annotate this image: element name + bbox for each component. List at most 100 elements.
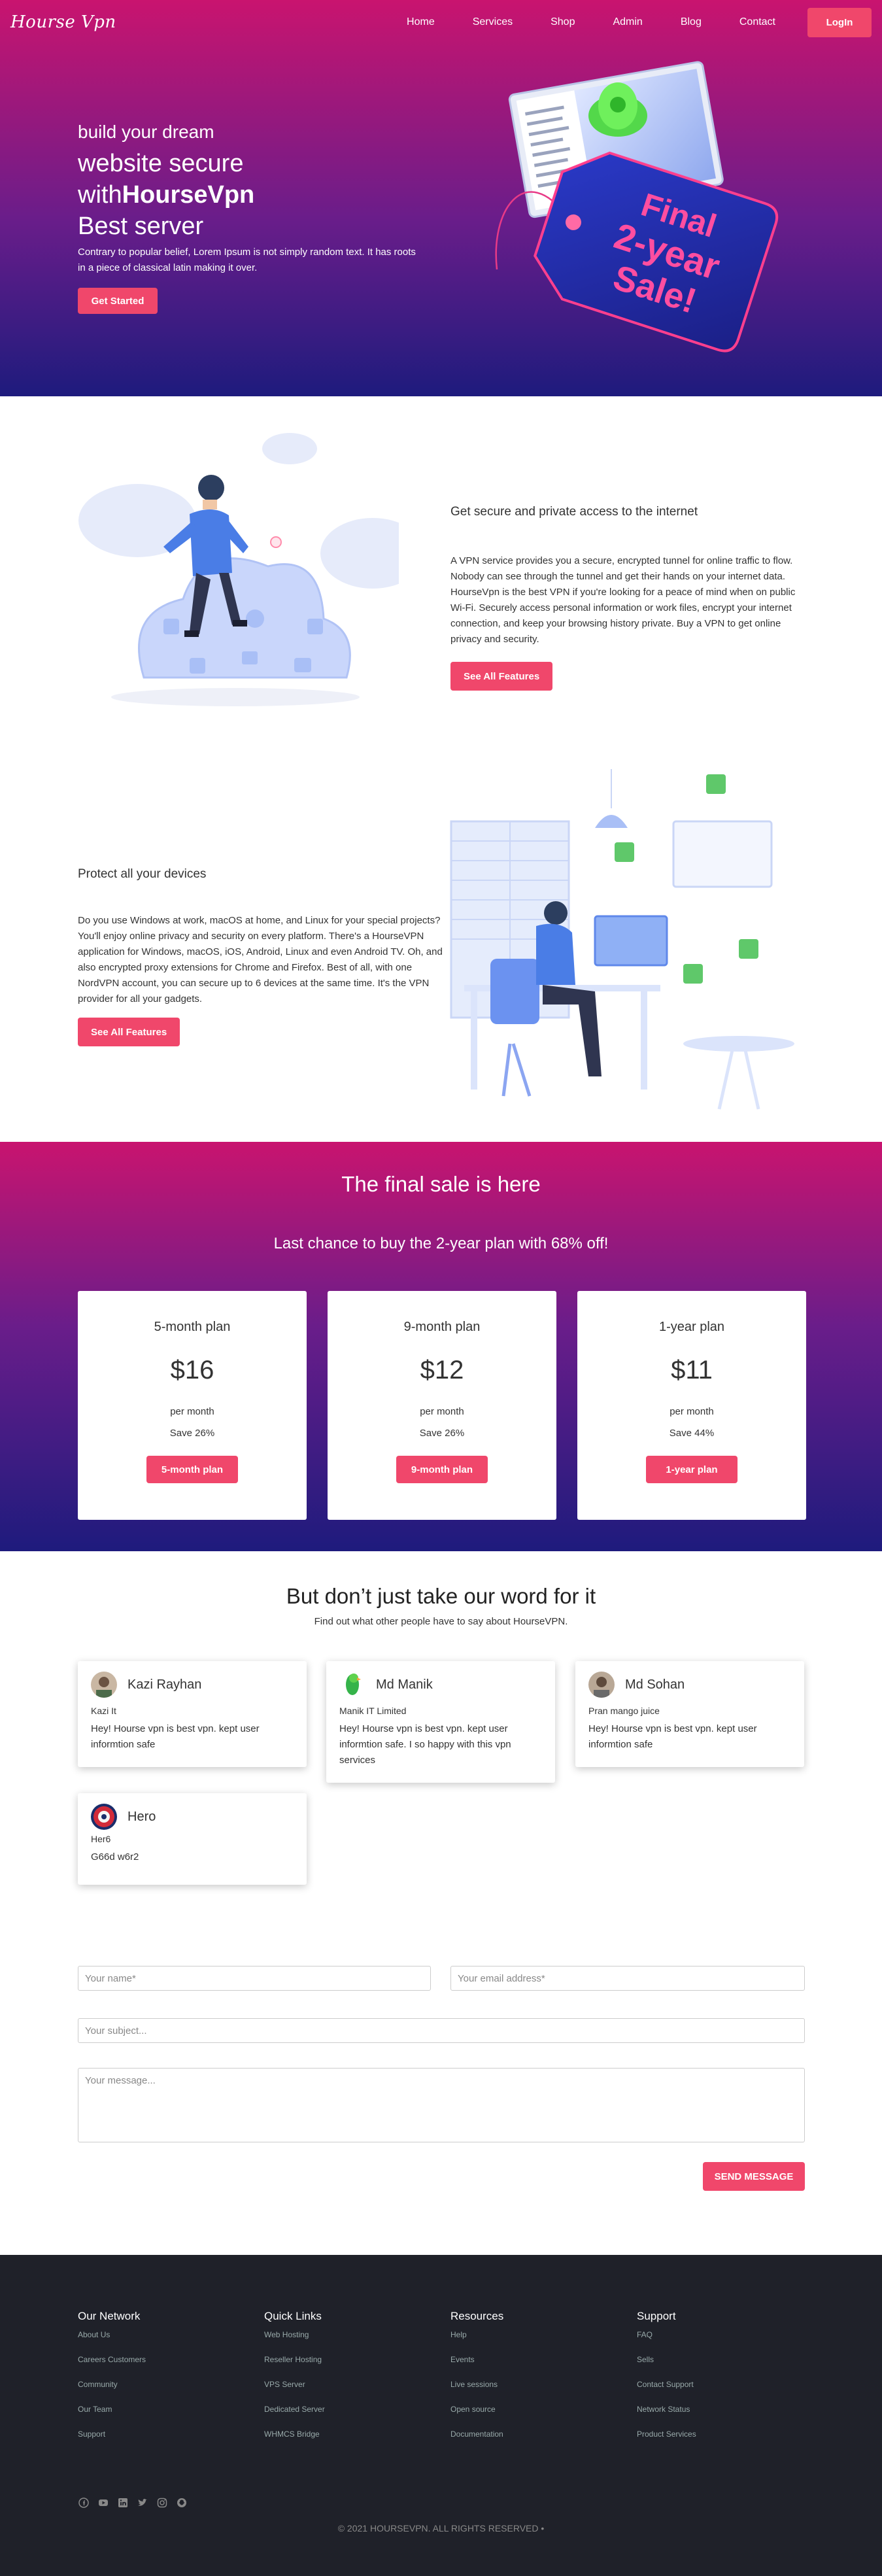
plan-name: 5-month plan xyxy=(154,1320,231,1334)
testimonial-company: Pran mango juice xyxy=(588,1706,660,1716)
youtube-icon[interactable] xyxy=(97,2497,109,2509)
testimonial-text: Hey! Hourse vpn is best vpn. kept user i… xyxy=(588,1723,757,1750)
hero-headline: website secure withHourseVpn xyxy=(78,148,431,211)
footer-column-support: Support FAQ Sells Contact Support Networ… xyxy=(637,2310,807,2439)
instagram-icon[interactable] xyxy=(156,2497,168,2509)
footer-link[interactable]: Open source xyxy=(450,2404,620,2414)
testimonial-card: Md Sohan Pran mango juice Hey! Hourse vp… xyxy=(575,1661,804,1767)
get-started-button[interactable]: Get Started xyxy=(78,288,158,314)
feature2-title: Protect all your devices xyxy=(78,867,207,881)
testimonial-text: G66d w6r2 xyxy=(91,1851,139,1863)
testimonial-company: Her6 xyxy=(91,1834,111,1844)
hero-headline-part1: website secure xyxy=(78,150,244,177)
plan-period: per month xyxy=(170,1406,214,1417)
footer-link[interactable]: Network Status xyxy=(637,2404,807,2414)
nav-link-services[interactable]: Services xyxy=(473,16,513,28)
footer-link[interactable]: Dedicated Server xyxy=(264,2404,434,2414)
testimonial-text: Hey! Hourse vpn is best vpn. kept user i… xyxy=(339,1723,511,1766)
buy-5-month-plan-button[interactable]: 5-month plan xyxy=(146,1456,238,1483)
avatar xyxy=(588,1672,615,1698)
footer-link[interactable]: Product Services xyxy=(637,2429,807,2439)
nav-link-shop[interactable]: Shop xyxy=(551,16,575,28)
email-field[interactable] xyxy=(450,1966,805,1991)
testimonial-company: Manik IT Limited xyxy=(339,1706,407,1716)
plan-name: 9-month plan xyxy=(403,1320,481,1334)
footer-link[interactable]: Live sessions xyxy=(450,2379,620,2390)
footer-link[interactable]: Help xyxy=(450,2329,620,2340)
footer-link[interactable]: Documentation xyxy=(450,2429,620,2439)
name-field[interactable] xyxy=(78,1966,431,1991)
testimonial-name: Md Manik xyxy=(376,1677,433,1692)
footer-link[interactable]: Community xyxy=(78,2379,248,2390)
login-button[interactable]: LogIn xyxy=(807,7,872,37)
footer-column-title: Quick Links xyxy=(264,2310,322,2322)
twitter-icon[interactable] xyxy=(137,2497,148,2509)
facebook-icon[interactable] xyxy=(78,2497,90,2509)
social-links xyxy=(78,2497,188,2509)
testimonial-text: Hey! Hourse vpn is best vpn. kept user i… xyxy=(91,1723,260,1750)
testimonial-name: Kazi Rayhan xyxy=(127,1677,202,1692)
brand-logo[interactable]: Hourse Vpn xyxy=(10,12,116,32)
top-navbar: Hourse Vpn Home Services Shop Admin Blog… xyxy=(0,0,882,44)
plan-price: $12 xyxy=(420,1356,464,1384)
nav-link-home[interactable]: Home xyxy=(407,16,435,28)
footer-link[interactable]: Events xyxy=(450,2354,620,2365)
hero-tagline: build your dream xyxy=(78,122,214,142)
feature2-body: Do you use Windows at work, macOS at hom… xyxy=(78,915,443,1005)
nav-link-admin[interactable]: Admin xyxy=(613,16,642,28)
plan-savings: Save 44% xyxy=(669,1428,715,1439)
plan-savings: Save 26% xyxy=(419,1428,465,1439)
testimonials-section: But don’t just take our word for it Find… xyxy=(0,1551,882,1911)
testimonial-name: Md Sohan xyxy=(625,1677,685,1692)
plan-price: $11 xyxy=(671,1356,713,1384)
footer-link[interactable]: FAQ xyxy=(637,2329,807,2340)
avatar xyxy=(91,1672,117,1698)
send-message-button[interactable]: SEND MESSAGE xyxy=(703,2162,805,2191)
nav-link-contact[interactable]: Contact xyxy=(739,16,775,28)
hero-text-block: build your dream website secure withHour… xyxy=(78,122,431,314)
see-all-features-button-2[interactable]: See All Features xyxy=(78,1018,180,1046)
hero-headline-line3: Best server xyxy=(78,213,204,240)
cloud-person-illustration xyxy=(78,433,399,706)
plan-period: per month xyxy=(670,1406,714,1417)
footer-link[interactable]: WHMCS Bridge xyxy=(264,2429,434,2439)
footer-link[interactable]: About Us xyxy=(78,2329,248,2340)
site-footer: Our Network About Us Careers Customers C… xyxy=(0,2255,882,2576)
snapchat-icon[interactable] xyxy=(176,2497,188,2509)
testimonial-name: Hero xyxy=(127,1809,156,1824)
footer-link[interactable]: Sells xyxy=(637,2354,807,2365)
testimonial-card: Md Manik Manik IT Limited Hey! Hourse vp… xyxy=(326,1661,555,1783)
feature2-text: Protect all your devices Do you use Wind… xyxy=(78,867,444,1046)
plan-period: per month xyxy=(420,1406,464,1417)
buy-9-month-plan-button[interactable]: 9-month plan xyxy=(396,1456,488,1483)
hero-section: Hourse Vpn Home Services Shop Admin Blog… xyxy=(0,0,882,396)
hero-headline-part2: with xyxy=(78,181,122,209)
footer-column-title: Resources xyxy=(450,2310,504,2322)
testimonial-card: Kazi Rayhan Kazi It Hey! Hourse vpn is b… xyxy=(78,1661,307,1767)
plan-card-1-year: 1-year plan $11 per month Save 44% 1-yea… xyxy=(577,1291,806,1520)
footer-link[interactable]: Careers Customers xyxy=(78,2354,248,2365)
footer-column-network: Our Network About Us Careers Customers C… xyxy=(78,2310,248,2439)
pricing-title: The final sale is here xyxy=(341,1172,541,1196)
hero-avatar-icon xyxy=(91,1804,117,1830)
desk-person-illustration xyxy=(450,769,794,1110)
footer-link[interactable]: Our Team xyxy=(78,2404,248,2414)
pricing-section: The final sale is here Last chance to bu… xyxy=(0,1142,882,1551)
linkedin-icon[interactable] xyxy=(117,2497,129,2509)
message-field[interactable] xyxy=(78,2068,805,2142)
footer-link[interactable]: VPS Server xyxy=(264,2379,434,2390)
nav-link-blog[interactable]: Blog xyxy=(681,16,702,28)
footer-link[interactable]: Reseller Hosting xyxy=(264,2354,434,2365)
footer-column-quick-links: Quick Links Web Hosting Reseller Hosting… xyxy=(264,2310,434,2439)
contact-form-section: SEND MESSAGE xyxy=(0,1911,882,2255)
plan-card-5-month: 5-month plan $16 per month Save 26% 5-mo… xyxy=(78,1291,307,1520)
footer-link[interactable]: Web Hosting xyxy=(264,2329,434,2340)
plan-cards: 5-month plan $16 per month Save 26% 5-mo… xyxy=(78,1291,806,1520)
see-all-features-button-1[interactable]: See All Features xyxy=(450,662,553,691)
footer-link[interactable]: Contact Support xyxy=(637,2379,807,2390)
feature1-title: Get secure and private access to the int… xyxy=(450,505,698,519)
buy-1-year-plan-button[interactable]: 1-year plan xyxy=(646,1456,738,1483)
subject-field[interactable] xyxy=(78,2018,805,2043)
footer-link[interactable]: Support xyxy=(78,2429,248,2439)
plan-savings: Save 26% xyxy=(169,1428,215,1439)
